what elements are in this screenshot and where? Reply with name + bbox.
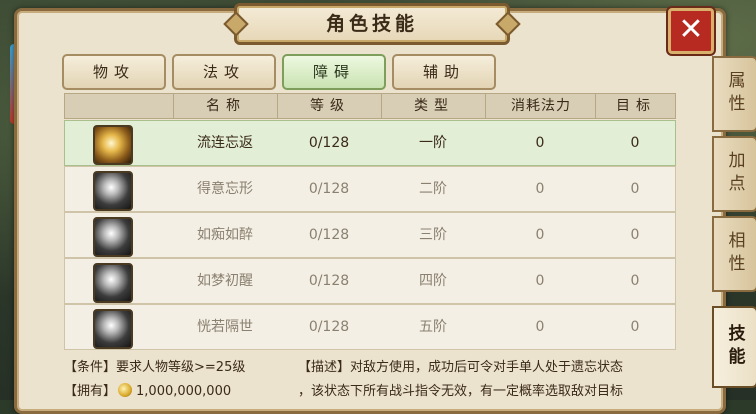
col-header-target: 目标 [595, 94, 676, 118]
skill-type: 四阶 [419, 273, 447, 289]
table-row[interactable]: 如痴如醉 0/128 三阶 0 0 [64, 212, 676, 258]
skill-requirements: 【条件】要求人物等级>=25级 【拥有】 1,000,000,000 [64, 356, 294, 404]
skill-type: 三阶 [419, 227, 447, 243]
side-tab-attributes[interactable]: 属性 [712, 56, 756, 132]
owned-value: 1,000,000,000 [136, 384, 232, 399]
condition-text: 要求人物等级>=25级 [116, 360, 246, 375]
side-tab-skills[interactable]: 技能 [712, 306, 756, 388]
skill-level: 0/128 [308, 273, 350, 289]
skill-description: 【描述】对敌方使用，成功后可令对手单人处于遗忘状态 ，该状态下所有战斗指令无效，… [298, 356, 678, 404]
table-header: 名称 等级 类型 消耗法力 目标 [64, 93, 676, 119]
skill-mana: 0 [535, 181, 545, 197]
tab-obstruction[interactable]: 障碍 [282, 54, 386, 90]
col-header-type: 类型 [381, 94, 486, 118]
table-row[interactable]: 流连忘返 0/128 一阶 0 0 [64, 120, 676, 166]
skill-level: 0/128 [308, 181, 350, 197]
skill-name: 如痴如醉 [197, 227, 253, 243]
tab-support[interactable]: 辅助 [392, 54, 496, 90]
table-row[interactable]: 如梦初醒 0/128 四阶 0 0 [64, 258, 676, 304]
skill-icon [93, 171, 133, 211]
skill-name: 得意忘形 [197, 181, 253, 197]
skill-target: 0 [630, 227, 640, 243]
skill-level: 0/128 [308, 319, 350, 335]
skill-target: 0 [630, 273, 640, 289]
col-header-mana: 消耗法力 [485, 94, 596, 118]
skill-level: 0/128 [308, 135, 350, 151]
skill-type: 二阶 [419, 181, 447, 197]
skill-target: 0 [630, 181, 640, 197]
owned-line: 【拥有】 1,000,000,000 [64, 380, 294, 404]
tab-physical-attack[interactable]: 物攻 [62, 54, 166, 90]
close-button[interactable]: ✕ [668, 8, 714, 54]
skill-name: 如梦初醒 [197, 273, 253, 289]
side-tab-points[interactable]: 加点 [712, 136, 756, 212]
description-line-1: 【描述】对敌方使用，成功后可令对手单人处于遗忘状态 [298, 360, 624, 375]
skill-name: 恍若隔世 [197, 319, 253, 335]
table-row[interactable]: 得意忘形 0/128 二阶 0 0 [64, 166, 676, 212]
condition-line: 【条件】要求人物等级>=25级 [64, 356, 294, 380]
skill-target: 0 [630, 319, 640, 335]
col-header-level: 等级 [277, 94, 382, 118]
owned-label: 【拥有】 [64, 384, 117, 399]
skill-icon [93, 125, 133, 165]
skill-mana: 0 [535, 273, 545, 289]
condition-label: 【条件】 [64, 360, 117, 375]
description-line-2: ，该状态下所有战斗指令无效，有一定概率选取敌对目标 [298, 384, 624, 399]
skill-mana: 0 [535, 135, 545, 151]
skill-mana: 0 [535, 227, 545, 243]
skill-mana: 0 [535, 319, 545, 335]
skill-icon [93, 263, 133, 303]
skill-type: 一阶 [419, 135, 447, 151]
side-tab-affinity[interactable]: 相性 [712, 216, 756, 292]
coin-icon [118, 383, 133, 397]
window-title: 角色技能 [234, 3, 510, 45]
skill-icon [93, 217, 133, 257]
skill-level: 0/128 [308, 227, 350, 243]
col-header-name: 名称 [173, 94, 278, 118]
tab-magic-attack[interactable]: 法攻 [172, 54, 276, 90]
skill-name: 流连忘返 [197, 135, 253, 151]
skill-icon [93, 309, 133, 349]
skill-target: 0 [630, 135, 640, 151]
skill-type: 五阶 [419, 319, 447, 335]
table-row[interactable]: 恍若隔世 0/128 五阶 0 0 [64, 304, 676, 350]
